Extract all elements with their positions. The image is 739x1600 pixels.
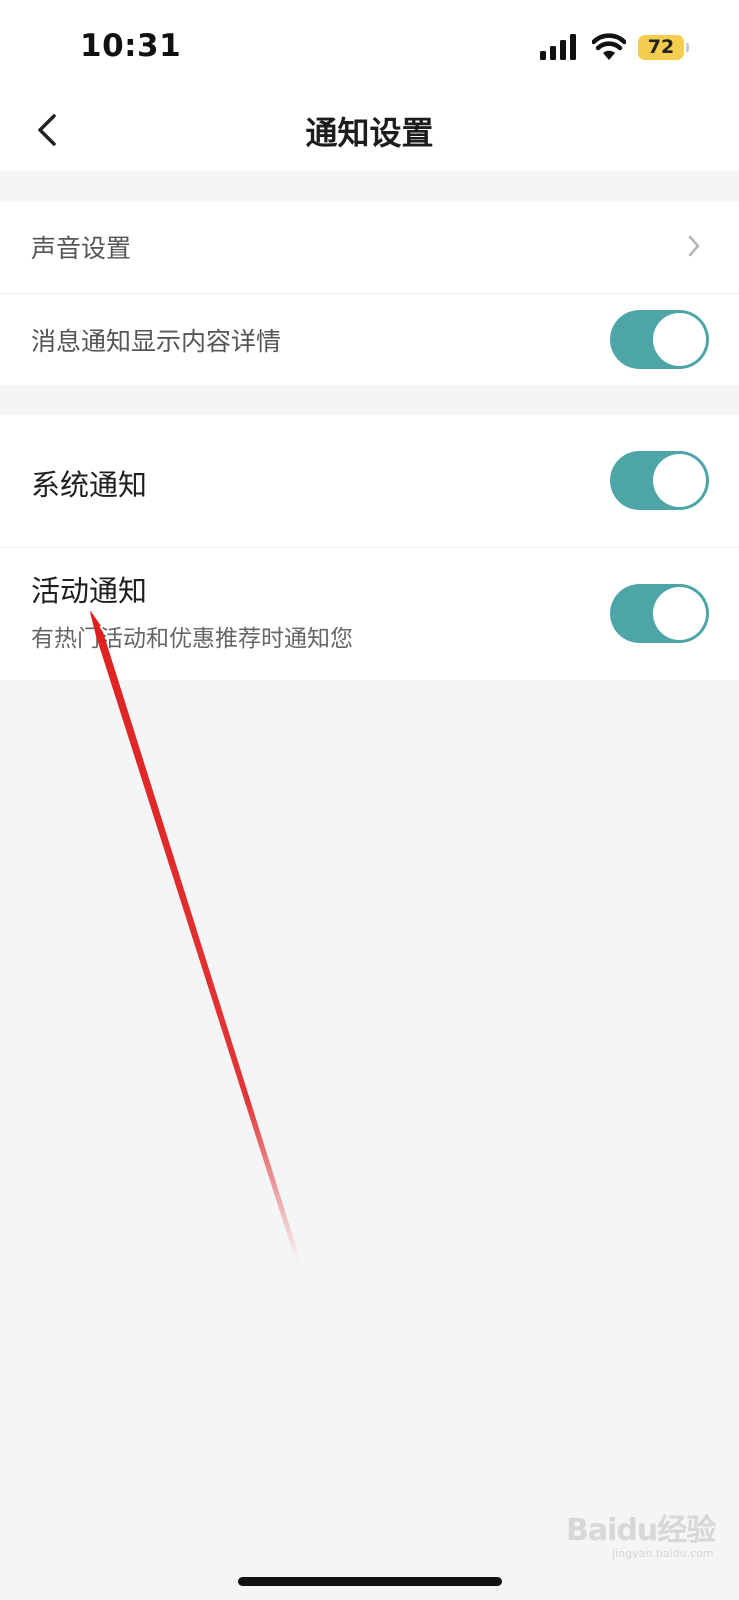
show-detail-label: 消息通知显示内容详情 xyxy=(31,327,282,356)
system-notice-label: 系统通知 xyxy=(31,468,148,502)
chevron-right-icon xyxy=(688,235,700,257)
page-title: 通知设置 xyxy=(305,114,434,152)
baidu-watermark: Baidu经验 xyxy=(566,1513,716,1548)
activity-notice-label: 活动通知 xyxy=(31,574,148,608)
battery-indicator: 72 xyxy=(638,35,684,60)
settings-group-notifications: 系统通知 活动通知 有热门活动和优惠推荐时通知您 xyxy=(0,415,739,680)
battery-cap xyxy=(686,43,689,52)
home-indicator[interactable] xyxy=(238,1577,502,1586)
toggle-knob xyxy=(653,454,706,507)
sound-settings-row[interactable]: 声音设置 xyxy=(0,201,739,291)
nav-bar: 通知设置 xyxy=(0,90,739,171)
cellular-signal-icon xyxy=(540,34,576,60)
toggle-knob xyxy=(653,313,706,366)
show-detail-row: 消息通知显示内容详情 xyxy=(0,294,739,385)
system-notice-toggle[interactable] xyxy=(610,451,709,510)
baidu-watermark-url: jingyan.baidu.com xyxy=(612,1547,714,1560)
show-detail-toggle[interactable] xyxy=(610,310,709,369)
sound-settings-label: 声音设置 xyxy=(31,234,132,263)
activity-notice-description: 有热门活动和优惠推荐时通知您 xyxy=(31,626,353,652)
status-bar: 10:31 72 xyxy=(0,0,739,90)
wifi-icon xyxy=(592,33,626,60)
settings-group-general: 声音设置 消息通知显示内容详情 xyxy=(0,201,739,385)
activity-notice-row: 活动通知 有热门活动和优惠推荐时通知您 xyxy=(0,548,739,680)
activity-notice-toggle[interactable] xyxy=(610,584,709,643)
status-time: 10:31 xyxy=(80,28,182,64)
system-notice-row: 系统通知 xyxy=(0,415,739,547)
toggle-knob xyxy=(653,587,706,640)
